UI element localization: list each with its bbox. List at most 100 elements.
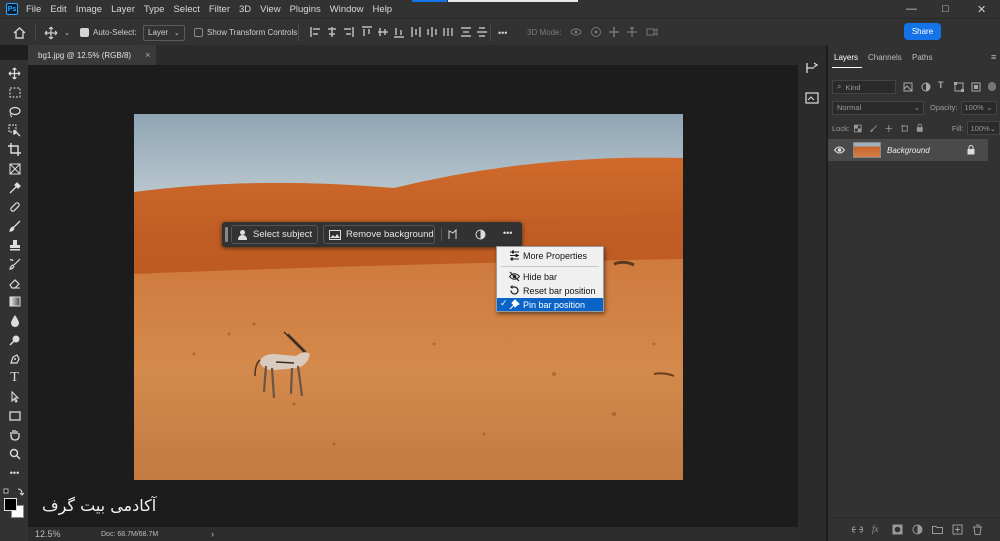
menu-item-pin-bar-position[interactable]: ✓ Pin bar position	[497, 298, 603, 311]
layer-effects-icon[interactable]: fx	[872, 524, 883, 535]
distribute-middle-icon[interactable]	[476, 26, 488, 38]
zoom-tool[interactable]	[7, 446, 22, 461]
align-right-icon[interactable]	[342, 26, 354, 38]
blur-tool[interactable]	[7, 313, 22, 328]
share-button[interactable]: Share	[904, 23, 941, 40]
adjustment-layer-icon[interactable]	[912, 524, 923, 535]
filter-pixel-icon[interactable]	[903, 82, 913, 92]
menu-3d[interactable]: 3D	[239, 4, 251, 15]
filter-adjustment-icon[interactable]	[921, 82, 931, 92]
menu-type[interactable]: Type	[144, 4, 165, 15]
gradient-tool[interactable]	[7, 294, 22, 309]
object-selection-tool[interactable]	[7, 123, 22, 138]
distribute-top-icon[interactable]	[460, 26, 472, 38]
clone-stamp-tool[interactable]	[7, 237, 22, 252]
more-options-ellipsis[interactable]: •••	[503, 228, 512, 238]
more-options-button[interactable]: •••	[498, 19, 507, 46]
mask-icon[interactable]	[447, 229, 458, 240]
adjustment-icon[interactable]	[475, 229, 486, 240]
status-menu-arrow[interactable]: ›	[211, 529, 214, 539]
frame-tool[interactable]	[7, 161, 22, 176]
menu-file[interactable]: File	[26, 4, 41, 15]
tab-layers[interactable]: Layers	[834, 53, 858, 62]
eyedropper-tool[interactable]	[7, 180, 22, 195]
distribute-center-icon[interactable]	[426, 26, 438, 38]
show-transform-checkbox[interactable]: Show Transform Controls	[194, 19, 297, 46]
fill-input[interactable]: 100% ⌄	[966, 121, 1000, 135]
menu-filter[interactable]: Filter	[209, 4, 230, 15]
menu-select[interactable]: Select	[173, 4, 199, 15]
new-group-icon[interactable]	[932, 524, 943, 535]
dodge-tool[interactable]	[7, 332, 22, 347]
home-button[interactable]	[13, 19, 26, 46]
hand-tool[interactable]	[7, 427, 22, 442]
history-panel-icon[interactable]	[805, 61, 819, 75]
align-left-icon[interactable]	[310, 26, 322, 38]
3d-roll-icon[interactable]	[590, 26, 602, 38]
menu-edit[interactable]: Edit	[50, 4, 66, 15]
properties-panel-icon[interactable]	[805, 91, 819, 105]
remove-background-button[interactable]: Remove background	[323, 225, 435, 244]
maximize-button[interactable]: □	[942, 3, 949, 15]
menu-image[interactable]: Image	[76, 4, 102, 15]
marquee-tool[interactable]	[7, 85, 22, 100]
tab-paths[interactable]: Paths	[912, 53, 932, 62]
delete-layer-icon[interactable]	[972, 524, 983, 535]
3d-slide-icon[interactable]	[626, 26, 638, 38]
menu-view[interactable]: View	[260, 4, 280, 15]
panel-menu-icon[interactable]: ≡	[991, 52, 996, 62]
align-center-h-icon[interactable]	[326, 26, 338, 38]
menu-plugins[interactable]: Plugins	[290, 4, 321, 15]
close-tab-icon[interactable]: ×	[145, 50, 150, 60]
filter-type-icon[interactable]: T	[938, 80, 944, 90]
link-layers-icon[interactable]	[852, 524, 863, 535]
menu-item-hide-bar[interactable]: Hide bar	[497, 270, 603, 283]
menu-item-more-properties[interactable]: More Properties	[497, 249, 603, 262]
align-middle-v-icon[interactable]	[377, 26, 389, 38]
align-bottom-icon[interactable]	[393, 26, 405, 38]
filter-kind-dropdown[interactable]: ⌕ Kind	[832, 80, 896, 94]
3d-pan-icon[interactable]	[608, 26, 620, 38]
auto-select-checkbox[interactable]: Auto-Select:	[80, 19, 137, 46]
type-tool[interactable]: T	[7, 370, 22, 385]
distribute-right-icon[interactable]	[442, 26, 454, 38]
lock-artboard-icon[interactable]	[900, 124, 909, 133]
lock-all-icon[interactable]	[916, 123, 924, 133]
edit-toolbar-button[interactable]: •••	[7, 465, 22, 480]
tab-channels[interactable]: Channels	[868, 53, 902, 62]
distribute-vertical-icon[interactable]	[410, 26, 422, 38]
menu-window[interactable]: Window	[330, 4, 364, 15]
brush-tool[interactable]	[7, 218, 22, 233]
close-window-button[interactable]: ✕	[977, 3, 986, 16]
history-brush-tool[interactable]	[7, 256, 22, 271]
layer-mask-icon[interactable]	[892, 524, 903, 535]
layer-row-background[interactable]: Background	[828, 139, 988, 161]
eraser-tool[interactable]	[7, 275, 22, 290]
filter-shape-icon[interactable]	[954, 82, 964, 92]
move-tool-preset[interactable]: ⌄	[44, 19, 70, 46]
layer-name[interactable]: Background	[887, 146, 967, 155]
3d-camera-icon[interactable]	[646, 26, 658, 38]
3d-orbit-icon[interactable]	[570, 26, 582, 38]
blend-mode-dropdown[interactable]: Normal ⌄	[832, 100, 924, 115]
filter-smart-object-icon[interactable]	[971, 82, 981, 92]
lasso-tool[interactable]	[7, 104, 22, 119]
healing-brush-tool[interactable]	[7, 199, 22, 214]
zoom-level[interactable]: 12.5%	[35, 529, 85, 539]
path-selection-tool[interactable]	[7, 389, 22, 404]
foreground-color-swatch[interactable]	[4, 498, 17, 511]
new-layer-icon[interactable]	[952, 524, 963, 535]
crop-tool[interactable]	[7, 142, 22, 157]
pen-tool[interactable]	[7, 351, 22, 366]
menu-help[interactable]: Help	[373, 4, 393, 15]
lock-transparent-icon[interactable]	[853, 124, 862, 133]
minimize-button[interactable]: —	[906, 3, 917, 15]
select-subject-button[interactable]: Select subject	[231, 225, 318, 244]
visibility-eye-icon[interactable]	[834, 146, 845, 154]
swap-colors-button[interactable]	[3, 484, 25, 499]
menu-layer[interactable]: Layer	[111, 4, 135, 15]
drag-handle[interactable]	[225, 227, 228, 242]
filter-toggle-icon[interactable]	[988, 82, 996, 91]
rectangle-tool[interactable]	[7, 408, 22, 423]
opacity-input[interactable]: 100% ⌄	[960, 100, 997, 115]
